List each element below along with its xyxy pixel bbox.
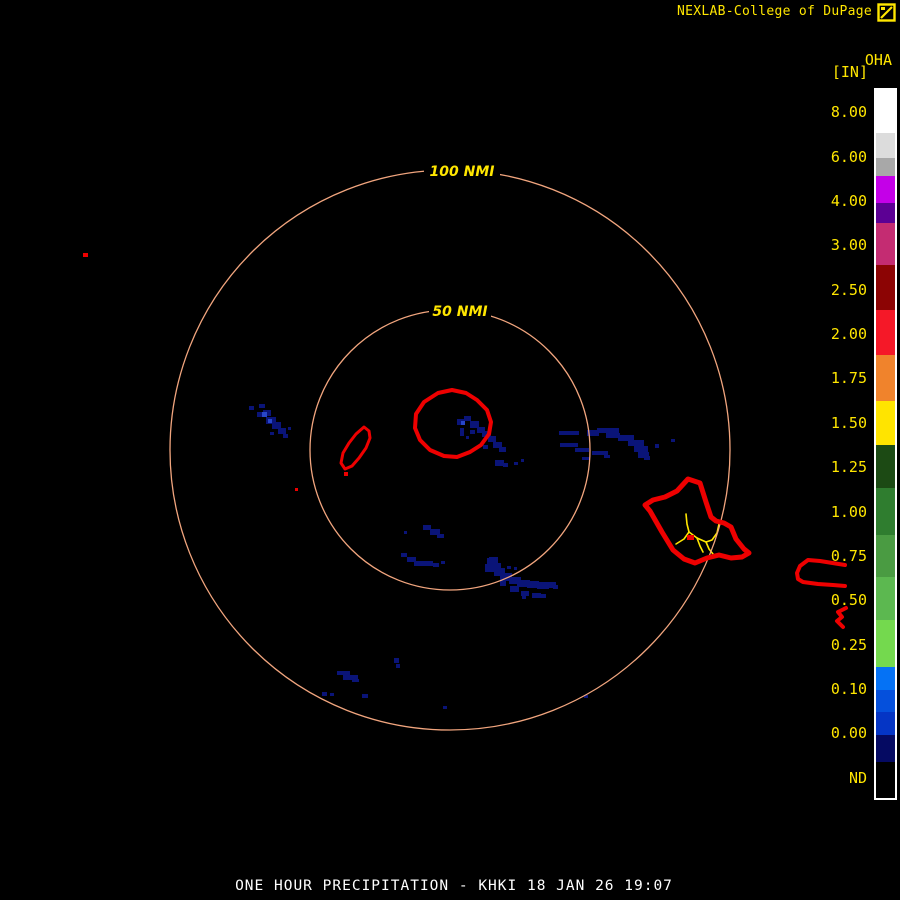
radar-display: 100 NMI 50 NMI bbox=[83, 162, 848, 731]
echo-cluster-mid-scatter bbox=[401, 525, 517, 570]
island-kauai bbox=[413, 388, 493, 459]
island-oahu bbox=[642, 476, 752, 566]
island-niihau bbox=[339, 425, 372, 471]
precip-echo-layer bbox=[249, 404, 675, 709]
echo-cluster-east-band bbox=[559, 428, 675, 460]
echo-cluster-bottom-sparse bbox=[322, 658, 588, 709]
range-ring-inner bbox=[309, 309, 591, 591]
outer-ring-label: 100 NMI bbox=[430, 164, 495, 180]
islet-niihau-tail bbox=[344, 472, 348, 476]
island-lanai-partial bbox=[835, 606, 848, 629]
islet-speck bbox=[295, 488, 298, 491]
inner-ring-label: 50 NMI bbox=[432, 304, 487, 320]
echo-cluster-kauai-east-bright bbox=[461, 421, 465, 425]
islet-kaula bbox=[83, 253, 88, 257]
status-caption: ONE HOUR PRECIPITATION - KHKI 18 JAN 26 … bbox=[235, 878, 673, 894]
island-molokai-partial bbox=[795, 558, 847, 588]
oahu-red-echo bbox=[687, 535, 694, 540]
